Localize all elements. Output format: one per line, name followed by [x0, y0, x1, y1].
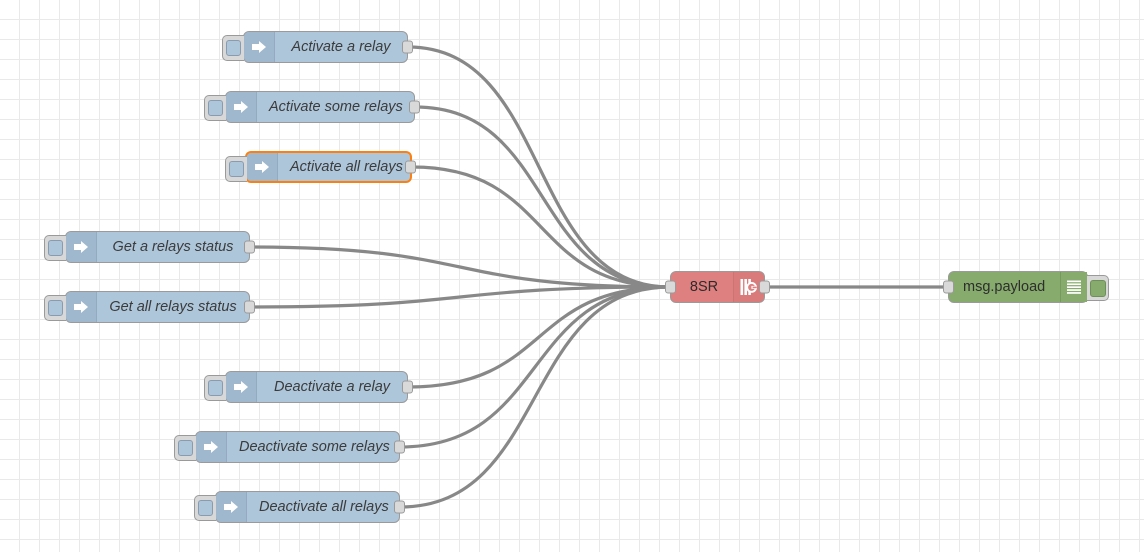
inject-arrow-icon [66, 232, 97, 262]
inject-trigger-button[interactable] [194, 495, 216, 521]
output-port[interactable] [244, 240, 255, 254]
output-port[interactable] [409, 100, 420, 114]
inject-node-label: Activate all relays [290, 159, 403, 175]
output-port[interactable] [759, 280, 770, 294]
inject-node-deactivate-a-relay[interactable]: Deactivate a relay [204, 371, 413, 403]
output-port[interactable] [244, 300, 255, 314]
inject-arrow-icon [226, 92, 257, 122]
inject-node-activate-a-relay[interactable]: Activate a relay [222, 31, 413, 63]
flow-canvas[interactable]: Activate a relay Activate some relays Ac… [0, 0, 1144, 552]
output-port[interactable] [402, 380, 413, 394]
inject-arrow-icon [66, 292, 97, 322]
inject-node-activate-all-relays[interactable]: Activate all relays [225, 151, 416, 183]
inject-node-label: Get a relays status [112, 239, 234, 255]
wire-activate-a-relay[interactable] [406, 45, 672, 289]
inject-trigger-glyph [48, 300, 63, 316]
inject-trigger-glyph [229, 161, 244, 177]
inject-node-label: Activate some relays [269, 99, 403, 115]
inject-node-label: Deactivate a relay [273, 379, 391, 395]
input-port[interactable] [665, 280, 676, 294]
inject-node-get-all-relays-status[interactable]: Get all relays status [44, 291, 255, 323]
inject-node-activate-some-relays[interactable]: Activate some relays [204, 91, 420, 123]
inject-arrow-icon [226, 372, 257, 402]
wire-deactivate-all-relays[interactable] [398, 285, 672, 509]
wire-activate-all-relays[interactable] [410, 165, 672, 289]
inject-trigger-button[interactable] [44, 295, 66, 321]
inject-trigger-button[interactable] [204, 95, 226, 121]
inject-arrow-icon [247, 153, 278, 181]
inject-trigger-button[interactable] [44, 235, 66, 261]
inject-node-label: Deactivate some relays [239, 439, 390, 455]
inject-trigger-glyph [178, 440, 193, 456]
inject-arrow-icon [244, 32, 275, 62]
output-port[interactable] [402, 40, 413, 54]
wire-get-a-relays-status[interactable] [248, 245, 672, 289]
inject-trigger-glyph [226, 40, 241, 56]
output-port[interactable] [405, 160, 416, 174]
inject-trigger-button[interactable] [222, 35, 244, 61]
inject-node-label: Activate a relay [291, 39, 391, 55]
inject-node-label: Get all relays status [109, 299, 237, 315]
inject-trigger-button[interactable] [174, 435, 196, 461]
inject-trigger-button[interactable] [225, 156, 247, 182]
wire-activate-some-relays[interactable] [413, 105, 672, 289]
output-port[interactable] [394, 440, 405, 454]
debug-node-label: msg.payload [963, 279, 1046, 295]
inject-node-deactivate-all-relays[interactable]: Deactivate all relays [194, 491, 405, 523]
wire-deactivate-some-relays[interactable] [398, 285, 672, 449]
inject-trigger-glyph [208, 100, 223, 116]
inject-arrow-icon [196, 432, 227, 462]
input-port[interactable] [943, 280, 954, 294]
debug-node-msg-payload[interactable]: msg.payload [943, 271, 1109, 303]
device-node-8sr[interactable]: 8SR [665, 271, 770, 303]
wire-deactivate-a-relay[interactable] [406, 285, 672, 389]
inject-node-label: Deactivate all relays [259, 499, 389, 515]
inject-trigger-glyph [198, 500, 213, 516]
inject-trigger-glyph [208, 380, 223, 396]
output-port[interactable] [394, 500, 405, 514]
device-node-label: 8SR [689, 279, 719, 295]
inject-node-deactivate-some-relays[interactable]: Deactivate some relays [174, 431, 405, 463]
debug-list-icon [1060, 272, 1087, 302]
debug-toggle-button[interactable] [1087, 275, 1109, 301]
wire-get-all-relays-status[interactable] [248, 285, 672, 309]
inject-node-get-a-relays-status[interactable]: Get a relays status [44, 231, 255, 263]
inject-trigger-glyph [48, 240, 63, 256]
inject-trigger-button[interactable] [204, 375, 226, 401]
debug-toggle-glyph [1089, 279, 1106, 297]
inject-arrow-icon [216, 492, 247, 522]
